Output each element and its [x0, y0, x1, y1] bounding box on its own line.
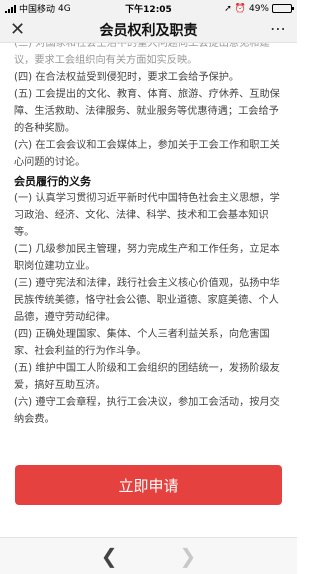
battery-icon	[272, 4, 294, 13]
page-title: 会员权利及职责	[99, 22, 198, 39]
duties-title: 会员履行的义务	[14, 175, 91, 188]
back-arrow-icon[interactable]: ❮	[101, 544, 118, 568]
duty-item: (五) 维护中国工人阶级和工会组织的团结统一，发扬阶级友爱，搞好互助互济。	[14, 363, 280, 391]
status-bar: 中国移动 4G 下午12:05 ➚ ⏰ 49%	[0, 0, 297, 17]
status-left: 中国移动 4G	[5, 2, 105, 15]
signal-icon	[5, 4, 16, 13]
apply-footer: 立即申请	[0, 455, 297, 537]
duties-list: (一) 认真学习贯彻习近平新时代中国特色社会主义思想，学习政治、经济、文化、法律…	[14, 190, 284, 428]
rights-item: (四) 在合法权益受到侵犯时，要求工会给予保护。	[14, 72, 240, 83]
rights-item: (六) 在工会会议和工会媒体上，参加关于工会工作和职工关心问题的讨论。	[14, 140, 280, 168]
carrier-name: 中国移动	[19, 5, 56, 15]
duty-item: (一) 认真学习贯彻习近平新时代中国特色社会主义思想，学习政治、经济、文化、法律…	[14, 193, 280, 238]
location-icon: ➚	[224, 3, 232, 14]
duty-item: (六) 遵守工会章程，执行工会决议，参加工会活动，按月交纳会费。	[14, 397, 280, 425]
network-type: 4G	[58, 3, 71, 14]
nav-bar: ✕ 会员权利及职责 ⋯	[0, 17, 297, 43]
rights-item: (三) 对国家和社会生活中的重大问题向工会提出意见和建议，要求工会组织向有关方面…	[14, 43, 270, 66]
duty-item: (四) 正确处理国家、集体、个人三者利益关系，向危害国家、社会利益的行为作斗争。	[14, 329, 270, 357]
forward-arrow-icon[interactable]: ❯	[180, 544, 197, 568]
duty-item: (三) 遵守宪法和法律，践行社会主义核心价值观，弘扬中华民族传统美德，恪守社会公…	[14, 278, 280, 323]
close-icon[interactable]: ✕	[10, 19, 25, 40]
status-right: ➚ ⏰ 49%	[192, 3, 294, 14]
battery-percent: 49%	[248, 3, 269, 14]
apply-button[interactable]: 立即申请	[15, 465, 282, 505]
content-area[interactable]: (三) 对国家和社会生活中的重大问题向工会提出意见和建议，要求工会组织向有关方面…	[14, 43, 284, 455]
status-time: 下午12:05	[125, 5, 172, 15]
browser-bottom-bar: ❮ ❯	[0, 537, 297, 574]
duty-item: (二) 几级参加民主管理，努力完成生产和工作任务，立足本职岗位建功立业。	[14, 244, 280, 272]
rights-item: (五) 工会提出的文化、教育、体育、旅游、疗休养、互助保障、生活救助、法律服务、…	[14, 89, 280, 134]
alarm-icon: ⏰	[234, 3, 246, 14]
more-icon[interactable]: ⋯	[270, 19, 287, 38]
rights-list: (三) 对国家和社会生活中的重大问题向工会提出意见和建议，要求工会组织向有关方面…	[14, 43, 284, 171]
